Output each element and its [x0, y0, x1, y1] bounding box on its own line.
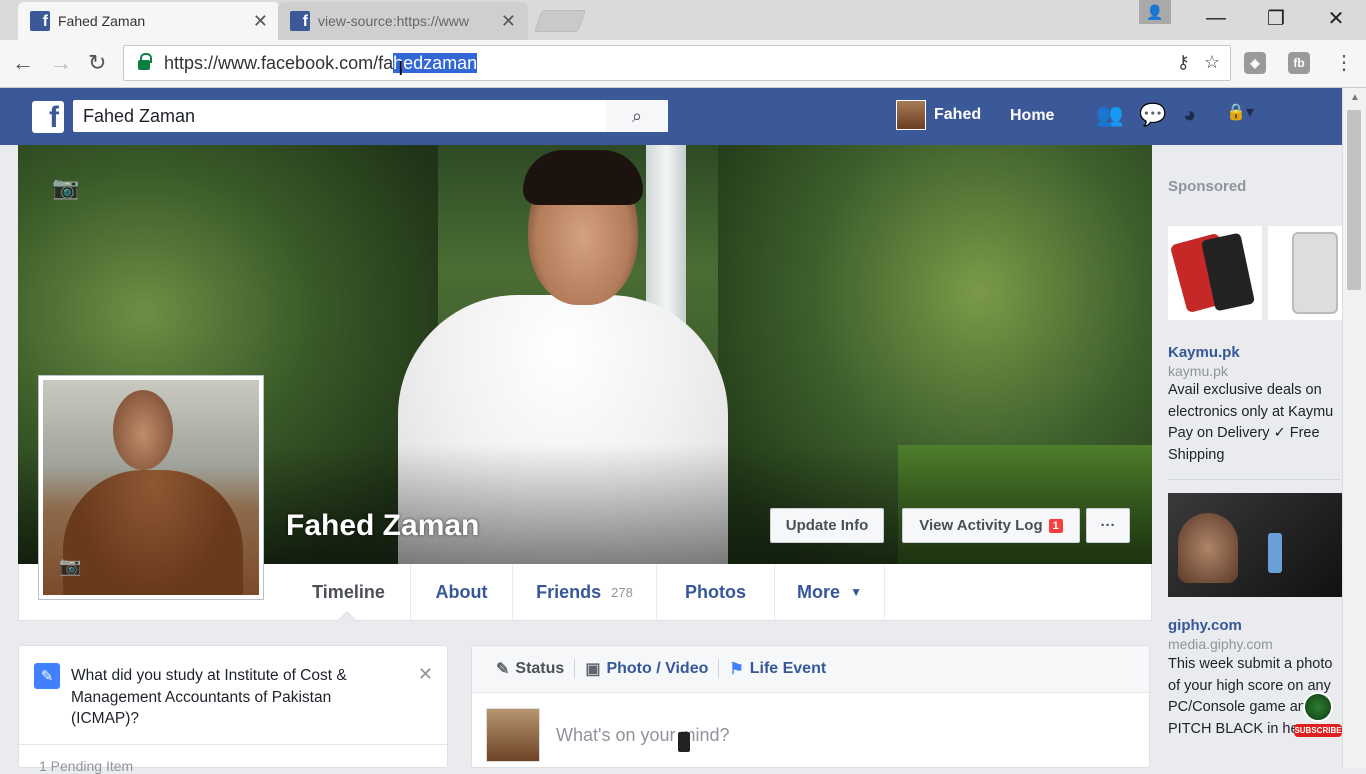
- profile-link[interactable]: Fahed: [896, 100, 981, 130]
- tab-friends[interactable]: Friends 278: [513, 564, 657, 620]
- close-tab-icon[interactable]: ✕: [501, 11, 516, 32]
- camera-icon[interactable]: 📷: [59, 556, 81, 577]
- sponsored-heading: Sponsored: [1168, 178, 1247, 195]
- ad-image-phone-red[interactable]: [1168, 226, 1262, 320]
- subscribe-watermark: SUBSCRIBE: [1294, 692, 1342, 744]
- close-tab-icon[interactable]: ✕: [253, 11, 268, 32]
- camera-icon: ▣: [585, 661, 601, 678]
- tab-title: Fahed Zaman: [58, 13, 146, 29]
- key-icon[interactable]: ⚷: [1177, 52, 1190, 73]
- life-event-tab[interactable]: ⚑ Life Event: [719, 659, 836, 679]
- globe-icon: [1303, 692, 1333, 722]
- ad-image-video[interactable]: [1168, 493, 1342, 597]
- mouse-cursor-icon: [678, 732, 690, 752]
- extension-fb-icon[interactable]: fb: [1288, 52, 1310, 74]
- url-text[interactable]: https://www.facebook.com/fahedzaman: [164, 52, 478, 74]
- notifications-globe-icon[interactable]: ◕: [1183, 102, 1196, 128]
- activity-badge: 1: [1048, 518, 1063, 533]
- question-text[interactable]: What did you study at Institute of Cost …: [71, 665, 391, 730]
- facebook-favicon-icon: f: [30, 11, 50, 31]
- ad-domain: media.giphy.com: [1168, 636, 1273, 652]
- lock-icon: [138, 53, 152, 70]
- back-arrow-icon[interactable]: ←: [12, 50, 34, 76]
- page-scrollbar[interactable]: ▲: [1342, 88, 1366, 768]
- search-value: Fahed Zaman: [83, 105, 196, 126]
- bookmark-star-icon[interactable]: ☆: [1204, 52, 1220, 73]
- status-composer: ✎ Status ▣ Photo / Video ⚑ Life Event Wh…: [471, 645, 1150, 768]
- profile-user-icon[interactable]: 👤: [1139, 0, 1171, 24]
- pending-items-link[interactable]: 1 Pending Item: [39, 758, 133, 774]
- ad-text: Avail exclusive deals on electronics onl…: [1168, 382, 1334, 463]
- status-input[interactable]: What's on your mind?: [556, 725, 730, 746]
- profile-picture[interactable]: 📷: [38, 375, 264, 600]
- user-name: Fahed: [934, 106, 982, 123]
- messages-icon[interactable]: 💬: [1139, 102, 1166, 128]
- scroll-up-arrow-icon[interactable]: ▲: [1350, 92, 1360, 103]
- browser-tab-active[interactable]: f Fahed Zaman ✕: [18, 2, 280, 40]
- browser-tab-strip: f Fahed Zaman ✕ f view-source:https://ww…: [0, 0, 1366, 40]
- view-activity-log-button[interactable]: View Activity Log 1: [902, 508, 1080, 543]
- status-tab[interactable]: ✎ Status: [486, 659, 576, 679]
- restore-button[interactable]: ❐: [1246, 6, 1306, 31]
- flag-icon: ⚑: [729, 661, 744, 678]
- browser-tab-inactive[interactable]: f view-source:https://www ✕: [278, 2, 528, 40]
- new-tab-button[interactable]: [533, 10, 587, 32]
- profile-name[interactable]: Fahed Zaman: [286, 509, 479, 543]
- friends-count: 278: [611, 584, 633, 600]
- browser-toolbar: ← → ↻ https://www.facebook.com/fahedzama…: [0, 40, 1366, 88]
- ad-title[interactable]: giphy.com: [1168, 617, 1242, 634]
- tab-title: view-source:https://www: [318, 13, 469, 29]
- facebook-favicon-icon: f: [290, 11, 310, 31]
- tab-more[interactable]: More ▼: [775, 564, 885, 620]
- subscribe-label: SUBSCRIBE: [1294, 724, 1342, 737]
- ad-image-phone-white[interactable]: [1268, 226, 1342, 320]
- chevron-down-icon: ▼: [850, 585, 862, 599]
- scrollbar-thumb[interactable]: [1347, 110, 1361, 290]
- menu-kebab-icon[interactable]: ⋮: [1334, 50, 1354, 75]
- reload-icon[interactable]: ↻: [88, 50, 106, 76]
- update-info-button[interactable]: Update Info: [770, 508, 884, 543]
- avatar: [896, 100, 926, 130]
- ad-title[interactable]: Kaymu.pk: [1168, 344, 1240, 361]
- tab-timeline[interactable]: Timeline: [287, 564, 411, 620]
- profile-question-card: ✎ What did you study at Institute of Cos…: [18, 645, 448, 774]
- ad-domain: kaymu.pk: [1168, 363, 1228, 379]
- search-input[interactable]: Fahed Zaman ⌕: [73, 100, 668, 132]
- more-options-button[interactable]: ···: [1086, 508, 1130, 543]
- tab-photos[interactable]: Photos: [657, 564, 775, 620]
- camera-icon[interactable]: 📷: [52, 175, 79, 201]
- facebook-logo-icon[interactable]: f: [32, 101, 64, 133]
- photo-video-tab[interactable]: ▣ Photo / Video: [575, 659, 720, 679]
- forward-arrow-icon[interactable]: →: [50, 50, 72, 76]
- facebook-header: f Fahed Zaman ⌕ Fahed Home 👥 💬 ◕ 🔒▾: [0, 88, 1342, 145]
- text-cursor-icon: I: [398, 58, 404, 80]
- home-link[interactable]: Home: [1010, 107, 1054, 125]
- extension-icon[interactable]: ◈: [1244, 52, 1266, 74]
- search-icon[interactable]: ⌕: [606, 100, 668, 132]
- avatar: [486, 708, 540, 762]
- pencil-icon: ✎: [496, 661, 510, 678]
- pencil-icon: ✎: [34, 663, 60, 689]
- address-bar[interactable]: https://www.facebook.com/fahedzaman ⚷ ☆: [123, 45, 1231, 81]
- right-sidebar: Sponsored Kaymu.pk kaymu.pk Avail exclus…: [1152, 145, 1342, 768]
- tab-about[interactable]: About: [411, 564, 513, 620]
- window-controls: — ❐ ✕: [1186, 0, 1366, 36]
- privacy-shortcuts-icon[interactable]: 🔒▾: [1226, 102, 1254, 128]
- close-icon[interactable]: ✕: [418, 664, 433, 685]
- minimize-button[interactable]: —: [1186, 7, 1246, 30]
- friend-requests-icon[interactable]: 👥: [1096, 102, 1123, 128]
- close-window-button[interactable]: ✕: [1306, 6, 1366, 31]
